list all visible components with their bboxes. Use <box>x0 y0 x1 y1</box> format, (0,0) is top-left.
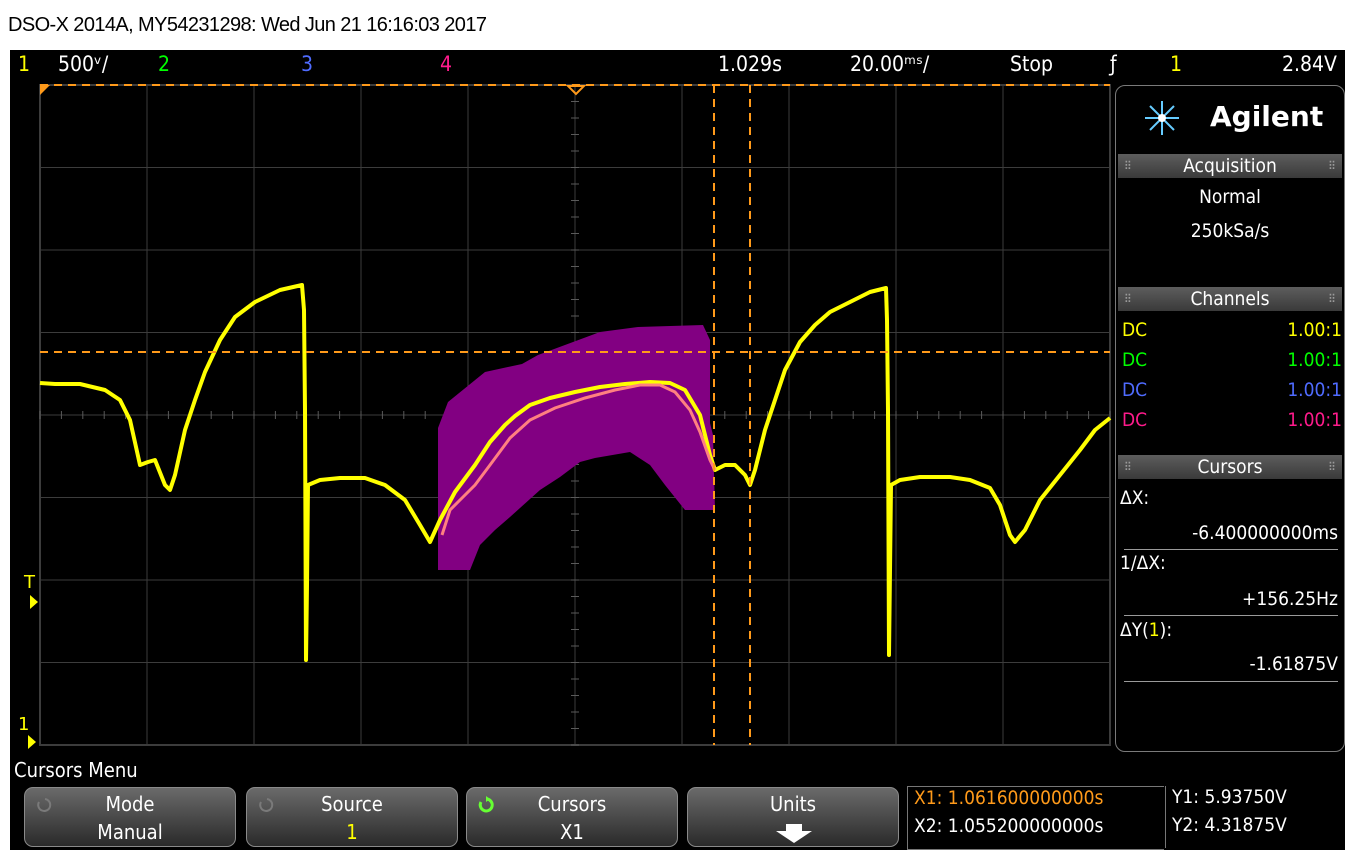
source-softkey[interactable]: Source 1 <box>246 787 458 847</box>
y-cursor-readout: Y1: 5.93750V Y2: 4.31875V <box>1165 786 1344 848</box>
delay-corner-marker <box>40 85 50 95</box>
ch4-label[interactable]: 4 <box>440 52 452 76</box>
divider <box>1124 615 1338 616</box>
divider <box>1124 549 1338 550</box>
acquisition-mode: Normal <box>1199 186 1261 208</box>
ch2-label[interactable]: 2 <box>158 52 170 76</box>
inv-delta-x-label: 1/ΔX: <box>1120 552 1166 574</box>
divider <box>1124 681 1338 682</box>
ch1-probe: 1.00:1 <box>1287 319 1342 341</box>
trigger-level-marker: T <box>23 572 36 593</box>
agilent-spark-icon <box>1145 101 1179 135</box>
right-info-panel: Agilent ⠿ Acquisition ⠿ Normal 250kSa/s … <box>1115 85 1345 752</box>
inv-delta-x-value: +156.25Hz <box>1242 588 1338 610</box>
ch1-label[interactable]: 1 <box>18 52 30 76</box>
ch2-probe: 1.00:1 <box>1287 349 1342 371</box>
ch1-ground-marker: 1 <box>18 714 29 735</box>
window-title: DSO-X 2014A, MY54231298: Wed Jun 21 16:1… <box>8 14 487 36</box>
ch3-label[interactable]: 3 <box>301 52 313 76</box>
trigger-slope-icon: ƒ <box>1110 52 1117 76</box>
math-overlay-region <box>438 325 715 570</box>
time-scale: 20.00ᵐˢ/ <box>850 52 930 76</box>
softkey-menu-title: Cursors Menu <box>10 755 1345 785</box>
mode-softkey[interactable]: Mode Manual <box>24 787 236 847</box>
trigger-level: 2.84V <box>1282 52 1337 76</box>
submenu-arrow-down-icon <box>776 824 812 843</box>
cursors-softkey[interactable]: Cursors X1 <box>466 787 678 847</box>
delta-x-value: -6.400000000ms <box>1192 522 1338 544</box>
ch4-probe: 1.00:1 <box>1287 409 1342 431</box>
channels-header: ⠿ Channels ⠿ <box>1118 287 1342 311</box>
time-position: 1.029s <box>718 52 782 76</box>
acquisition-rate: 250kSa/s <box>1190 220 1270 242</box>
ch1-ground-arrow-icon <box>28 735 36 749</box>
ch1-scale: 500ᵛ/ <box>58 52 109 76</box>
ch3-coupling: DC <box>1122 379 1148 401</box>
ch3-probe: 1.00:1 <box>1287 379 1342 401</box>
cursors-header: ⠿ Cursors ⠿ <box>1118 455 1342 479</box>
ch1-coupling: DC <box>1122 319 1148 341</box>
ch4-coupling: DC <box>1122 409 1148 431</box>
trigger-position-marker <box>565 85 587 96</box>
status-bar: 1 500ᵛ/ 2 3 4 1.029s 20.00ᵐˢ/ Stop ƒ 1 2… <box>10 50 1345 80</box>
trigger-level-arrow-icon <box>30 595 38 609</box>
ch2-coupling: DC <box>1122 349 1148 371</box>
brand-logo: Agilent <box>1210 100 1324 133</box>
trigger-source: 1 <box>1170 52 1183 76</box>
delta-x-label: ΔX: <box>1120 487 1150 509</box>
delta-y-value: -1.61875V <box>1249 653 1338 675</box>
run-state: Stop <box>1010 52 1053 76</box>
delta-y-label: ΔY(1): <box>1120 619 1173 641</box>
units-softkey[interactable]: Units <box>687 787 899 847</box>
x-cursor-readout: X1: 1.061600000000s X2: 1.055200000000s <box>907 786 1164 850</box>
acquisition-header: ⠿ Acquisition ⠿ <box>1118 154 1342 178</box>
